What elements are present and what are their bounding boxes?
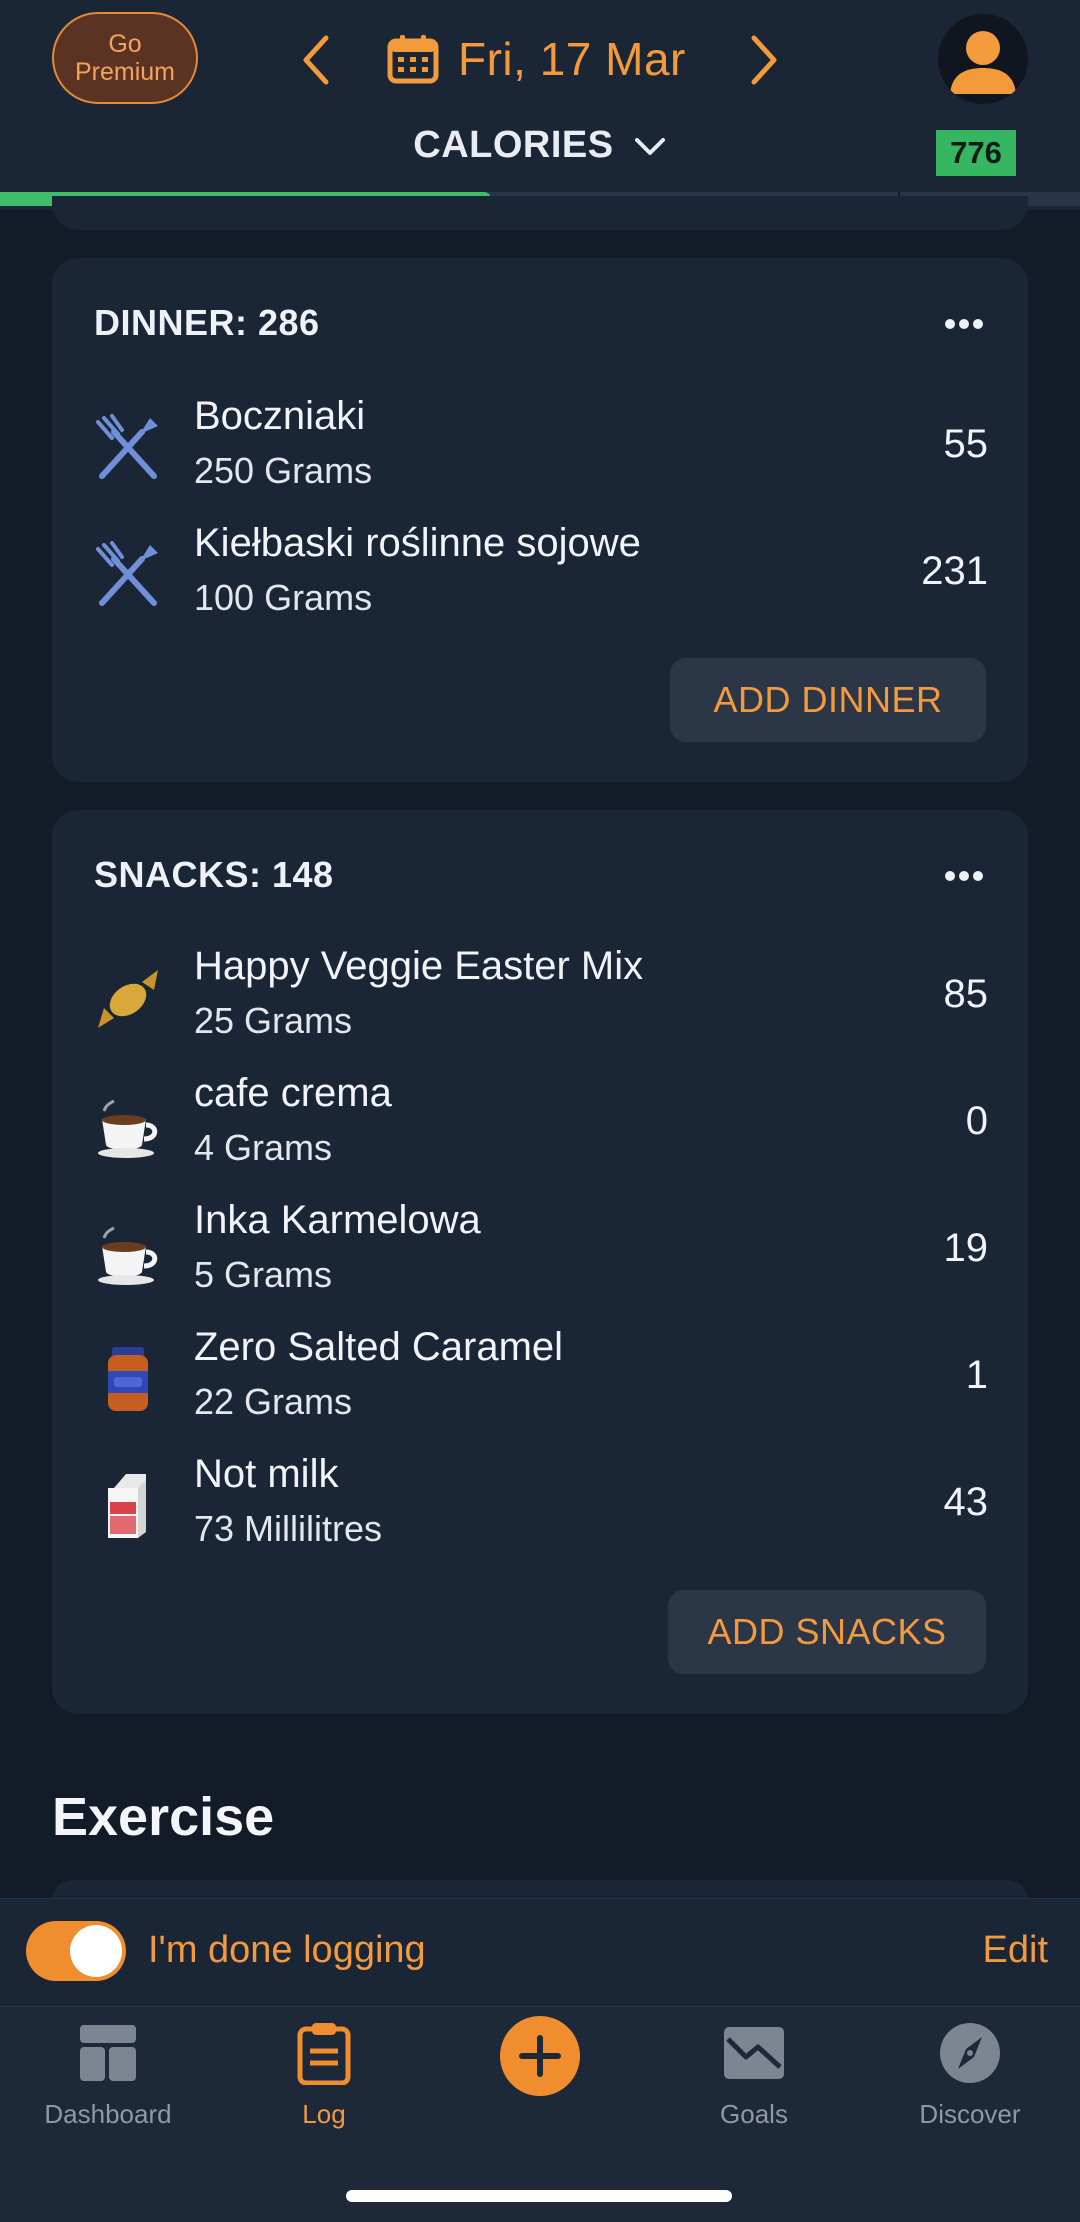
- coffee-cup-icon: [98, 1099, 158, 1158]
- food-quantity: 100 Grams: [194, 577, 373, 618]
- app-header: Go Premium Fri, 17 Mar CALORIES 776: [0, 0, 1080, 210]
- current-date: Fri, 17 Mar: [458, 33, 686, 85]
- more-options-icon[interactable]: [944, 318, 984, 330]
- food-name: cafe crema: [194, 1071, 392, 1115]
- tab-dashboard-label: Dashboard: [44, 2099, 172, 2129]
- food-entry[interactable]: Zero Salted Caramel 22 Grams 1: [52, 1317, 1028, 1437]
- food-quantity: 25 Grams: [194, 1000, 353, 1041]
- food-calories: 55: [943, 422, 989, 466]
- done-logging-bar: I'm done logging Edit: [0, 1898, 1080, 2006]
- food-entry[interactable]: Not milk 73 Millilitres 43: [52, 1444, 1028, 1564]
- food-entry[interactable]: cafe crema 4 Grams 0: [52, 1063, 1028, 1183]
- exercise-card-edge: [52, 1880, 1028, 1900]
- food-quantity: 5 Grams: [194, 1254, 333, 1295]
- date-picker[interactable]: Fri, 17 Mar: [386, 26, 686, 92]
- go-premium-label: Go Premium: [74, 30, 175, 86]
- food-entry[interactable]: Inka Karmelowa 5 Grams 19: [52, 1190, 1028, 1310]
- fork-knife-icon: [96, 541, 158, 606]
- candy-icon: [98, 970, 158, 1028]
- food-quantity: 73 Millilitres: [194, 1508, 383, 1549]
- food-quantity: 4 Grams: [194, 1127, 333, 1168]
- food-name: Boczniaki: [194, 394, 366, 438]
- user-icon: [950, 31, 1016, 94]
- sauce-jar-icon: [108, 1347, 148, 1411]
- lunch-card-edge: [52, 196, 1028, 230]
- toggle-knob: [70, 1925, 122, 1977]
- dashboard-icon: [80, 2025, 136, 2081]
- clipboard-icon: [297, 2023, 351, 2085]
- food-entry[interactable]: Kiełbaski roślinne sojowe 100 Grams 231: [52, 513, 1028, 633]
- done-logging-label: I'm done logging: [148, 1929, 426, 1971]
- chevron-down-icon: [634, 137, 665, 155]
- tab-log-label: Log: [302, 2099, 346, 2129]
- calendar-icon: [387, 35, 439, 84]
- food-calories: 43: [943, 1480, 989, 1524]
- dinner-title: DINNER: 286: [94, 302, 320, 343]
- compass-icon: [940, 2023, 1000, 2083]
- food-name: Zero Salted Caramel: [194, 1325, 564, 1369]
- metric-selector-label: CALORIES: [413, 124, 614, 166]
- coffee-cup-icon: [98, 1226, 158, 1285]
- home-indicator: [346, 2190, 732, 2202]
- snacks-card: SNACKS: 148 Happy Veggie Easter Mix 25 G…: [52, 810, 1028, 1714]
- previous-day-icon[interactable]: [296, 32, 336, 88]
- snacks-title: SNACKS: 148: [94, 854, 334, 895]
- food-name: Not milk: [194, 1452, 339, 1496]
- food-calories: 85: [943, 972, 989, 1016]
- food-calories: 1: [965, 1353, 988, 1397]
- food-name: Kiełbaski roślinne sojowe: [194, 521, 641, 565]
- done-logging-toggle[interactable]: [26, 1921, 126, 1981]
- go-premium-button[interactable]: Go Premium: [52, 12, 198, 104]
- milk-carton-icon: [108, 1474, 146, 1538]
- tab-goals[interactable]: Goals: [654, 2021, 854, 2151]
- food-calories: 0: [965, 1099, 988, 1143]
- next-day-icon[interactable]: [744, 32, 784, 88]
- profile-avatar[interactable]: [938, 14, 1028, 104]
- tab-discover-label: Discover: [919, 2099, 1021, 2129]
- food-entry[interactable]: Happy Veggie Easter Mix 25 Grams 85: [52, 936, 1028, 1056]
- metric-selector[interactable]: CALORIES: [0, 124, 1080, 167]
- tab-discover[interactable]: Discover: [870, 2021, 1070, 2151]
- dinner-card: DINNER: 286 Boczniaki 250 Grams 55 Kiełb…: [52, 258, 1028, 782]
- food-calories: 19: [943, 1226, 989, 1270]
- edit-button[interactable]: Edit: [983, 1929, 1048, 1972]
- food-name: Happy Veggie Easter Mix: [194, 944, 644, 988]
- add-dinner-button[interactable]: ADD DINNER: [670, 658, 986, 742]
- app-screen: Go Premium Fri, 17 Mar CALORIES 776 DINN…: [0, 0, 1080, 2222]
- exercise-section-title: Exercise: [52, 1787, 275, 1847]
- tab-log[interactable]: Log: [224, 2021, 424, 2151]
- add-snacks-button[interactable]: ADD SNACKS: [668, 1590, 986, 1674]
- food-quantity: 22 Grams: [194, 1381, 353, 1422]
- tab-dashboard[interactable]: Dashboard: [8, 2021, 208, 2151]
- goals-chart-icon: [724, 2027, 784, 2079]
- food-name: Inka Karmelowa: [194, 1198, 481, 1242]
- add-entry-button[interactable]: [500, 2016, 580, 2096]
- food-quantity: 250 Grams: [194, 450, 373, 491]
- plus-icon: [519, 2035, 561, 2077]
- food-calories: 231: [921, 549, 988, 593]
- more-options-icon[interactable]: [944, 870, 984, 882]
- food-entry[interactable]: Boczniaki 250 Grams 55: [52, 386, 1028, 506]
- fork-knife-icon: [96, 414, 158, 479]
- calories-remaining-badge: 776: [936, 130, 1016, 176]
- tab-goals-label: Goals: [720, 2099, 788, 2129]
